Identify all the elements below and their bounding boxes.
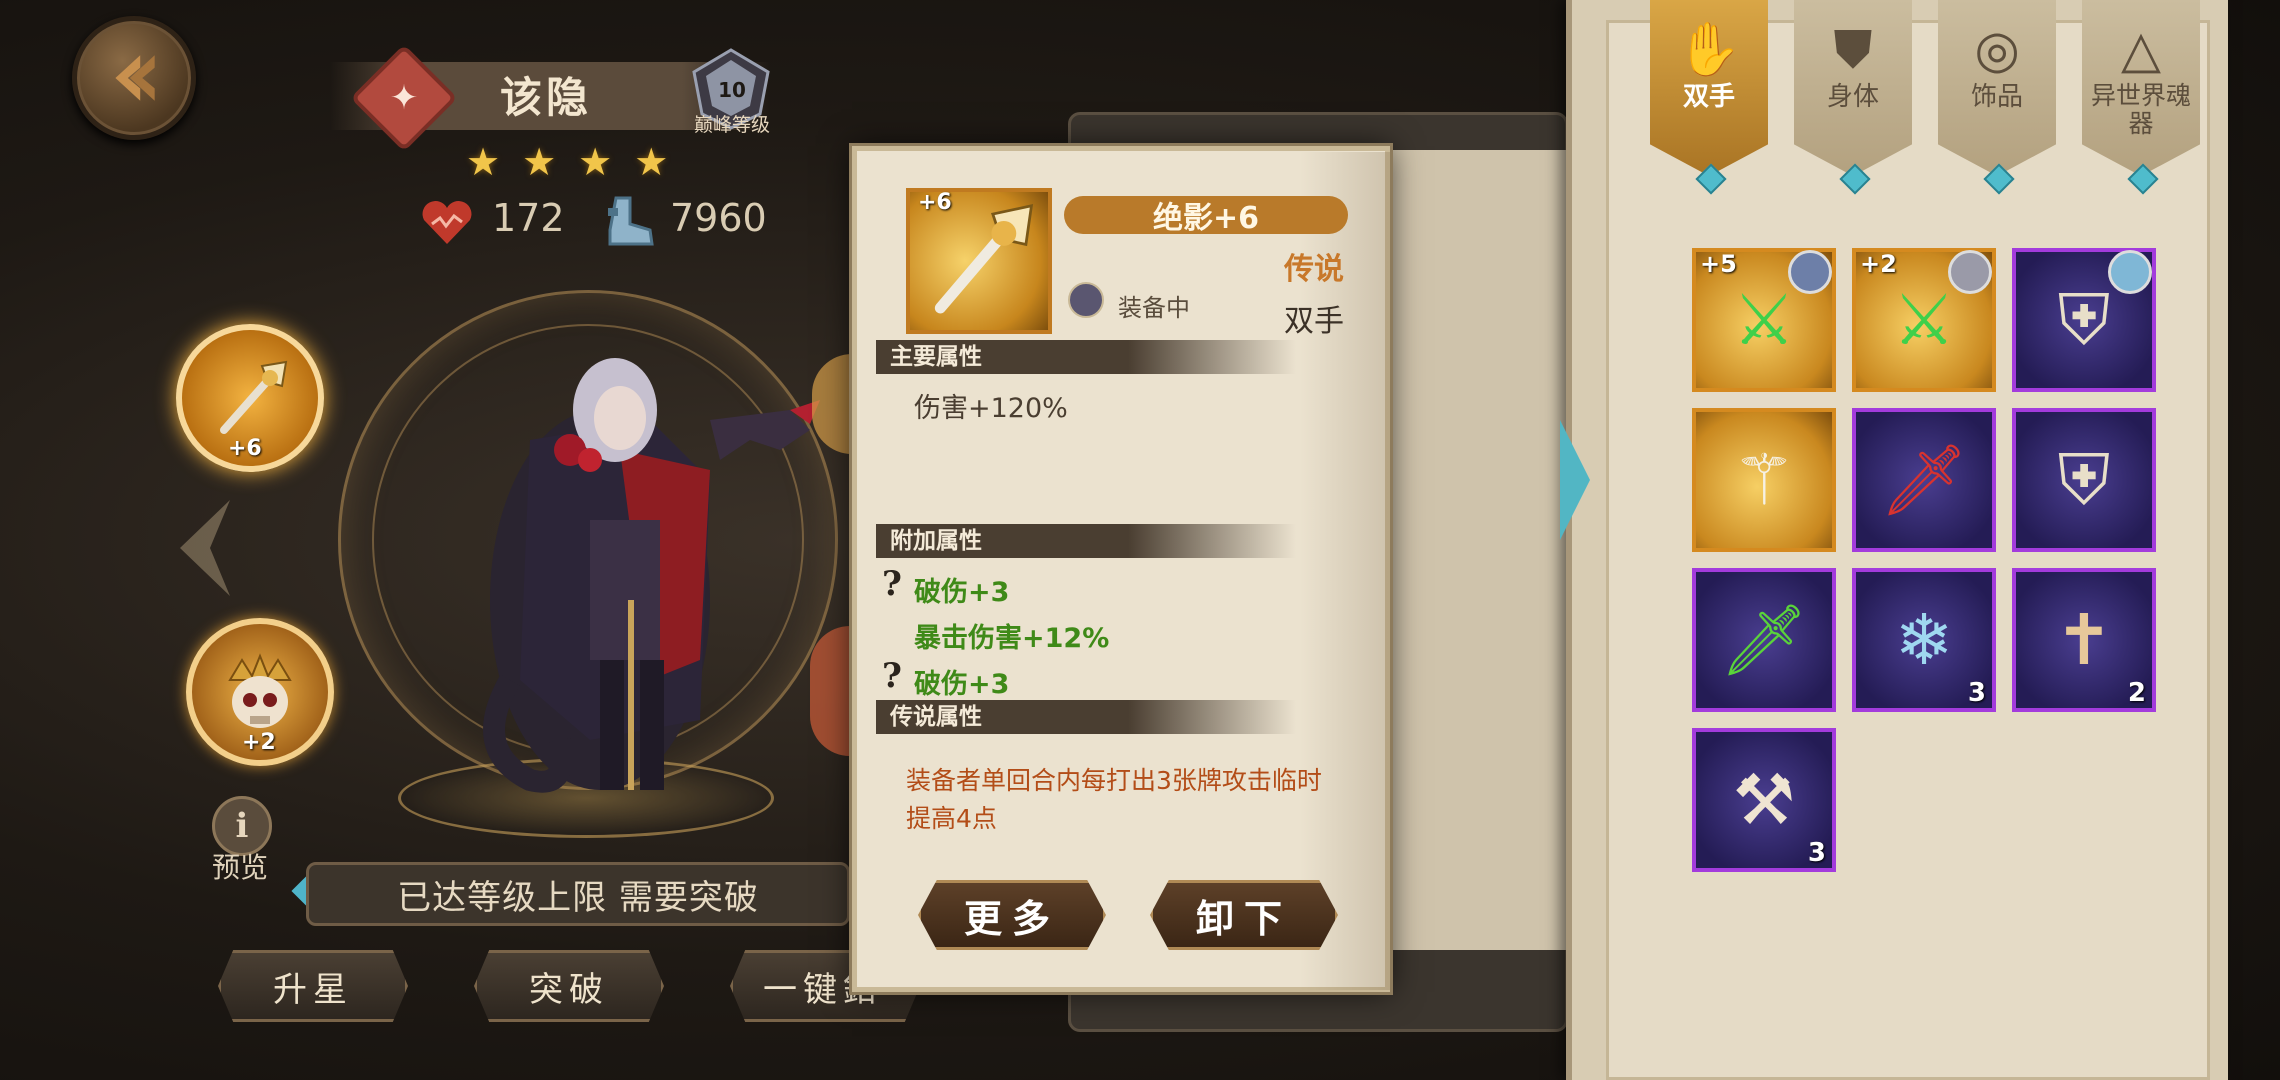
item-count: 3 [1967, 678, 1986, 708]
inventory-item-crest-shield[interactable]: ⛨ [2012, 408, 2156, 552]
unequip-button[interactable]: 卸下 [1150, 880, 1338, 950]
inventory-item-green-dagger[interactable]: 🗡 [1692, 568, 1836, 712]
left-chevron-icon [170, 500, 250, 596]
item-plus-level: +2 [1860, 250, 1897, 278]
peak-level-label: 巅峰等级 [693, 114, 770, 136]
glove-icon: ✋ [1676, 20, 1742, 80]
inventory-item-bone-mace[interactable]: ⚒ 3 [1692, 728, 1836, 872]
armor-icon: ⛊ [1833, 20, 1873, 80]
star-icon: ★ [578, 140, 613, 184]
back-button[interactable] [72, 16, 196, 140]
inventory-item-crimson-sword[interactable]: 🗡 [1852, 408, 1996, 552]
inventory-item-ice-claw[interactable]: ❄ 3 [1852, 568, 1996, 712]
inventory-item-crest-shield[interactable]: ⛨ [2012, 248, 2156, 392]
heart-icon [422, 201, 472, 244]
hp-value: 172 [492, 196, 565, 240]
item-slot-type: 双手 [1284, 304, 1344, 339]
extra-attr: 破伤+3 [914, 577, 1010, 608]
inventory-item-cross-sword[interactable]: ✝ 2 [2012, 568, 2156, 712]
tab-label: 饰品 [1970, 82, 2023, 112]
vampire-hero-portrait [483, 358, 820, 793]
star-icon: ★ [522, 140, 557, 184]
inventory-item-poison-blade[interactable]: ⚔ +2 [1852, 248, 1996, 392]
item-count: 2 [2127, 678, 2146, 708]
upstar-button[interactable]: 升星 [218, 950, 408, 1022]
extra-attr: 破伤+3 [914, 669, 1010, 700]
breakthrough-button[interactable]: 突破 [474, 950, 664, 1022]
background-paper [1380, 150, 1580, 950]
skull-crown-icon [228, 653, 292, 728]
main-attr-value: 伤害+120% [914, 393, 1068, 424]
side-slot-edge[interactable] [810, 626, 850, 756]
tab-label: 异世界魂器 [2090, 81, 2191, 138]
question-icon[interactable]: ? [882, 656, 902, 696]
power-value: 7960 [670, 196, 767, 240]
golden-scepter-icon [220, 360, 288, 434]
ring-icon: ◎ [1974, 20, 2020, 80]
item-rarity: 传说 [1284, 252, 1344, 287]
weapon-slot-plus: +6 [228, 436, 262, 461]
inventory-item-golden-scepter[interactable]: ⚚ [1692, 408, 1836, 552]
item-name: 绝影+6 [1064, 196, 1348, 236]
back-arrow-icon [115, 55, 155, 101]
main-attr-header: 主要属性 [876, 340, 1296, 374]
hero-star-rating: ★ ★ ★ ★ [466, 140, 668, 184]
tab-accessory[interactable]: ◎ 饰品 [1938, 0, 2056, 176]
boot-icon [608, 196, 654, 246]
hero-name: 该隐 [500, 73, 593, 122]
star-icon: ★ [634, 140, 669, 184]
inventory-item-poison-blade[interactable]: ⚔ +5 [1692, 248, 1836, 392]
extra-attr-header: 附加属性 [876, 524, 1296, 558]
star-icon: ★ [466, 140, 501, 184]
owner-avatar [2108, 250, 2152, 294]
crest-shield-icon: ⛨ [2057, 438, 2111, 521]
sword-class-icon: ✦ [350, 44, 458, 152]
equipped-status: 装备中 [1118, 294, 1190, 322]
owner-avatar [1788, 250, 1832, 294]
legend-attr-text: 装备者单回合内每打出3张牌攻击临时提高4点 [906, 766, 1322, 833]
owner-avatar [1948, 250, 1992, 294]
inventory-grid: ⚔ +5 ⚔ +2 ⛨ ⚚ 🗡 ⛨ 🗡 ❄ 3 ✝ 2 ⚒ 3 [1692, 248, 2156, 872]
item-plus-level: +5 [1700, 250, 1737, 278]
green-dagger-icon: 🗡 [1719, 598, 1809, 681]
level-limit-bar: 已达等级上限 需要突破 [306, 862, 850, 926]
equipped-hero-avatar [1068, 282, 1104, 318]
tab-two-hand[interactable]: ✋ 双手 [1650, 0, 1768, 176]
golden-scepter-icon: ⚚ [1732, 439, 1796, 521]
preview-label[interactable]: 预览 [212, 846, 282, 886]
more-button[interactable]: 更多 [918, 880, 1106, 950]
relic-slot-plus: +2 [242, 730, 276, 755]
tab-label: 双手 [1682, 82, 1735, 112]
crimson-sword-icon: 🗡 [1879, 438, 1969, 521]
tab-otherworld-relic[interactable]: △ 异世界魂器 [2082, 0, 2200, 176]
item-count: 3 [1807, 838, 1826, 868]
tab-body[interactable]: ⛊ 身体 [1794, 0, 1912, 176]
extra-attr: 暴击伤害+12% [914, 623, 1110, 654]
peak-level-value: 10 [718, 78, 746, 102]
tab-label: 身体 [1826, 82, 1879, 112]
legend-attr-header: 传说属性 [876, 700, 1296, 734]
question-icon[interactable]: ? [882, 564, 902, 604]
eye-pyramid-icon: △ [2121, 20, 2161, 80]
item-plus-level: +6 [918, 190, 952, 215]
